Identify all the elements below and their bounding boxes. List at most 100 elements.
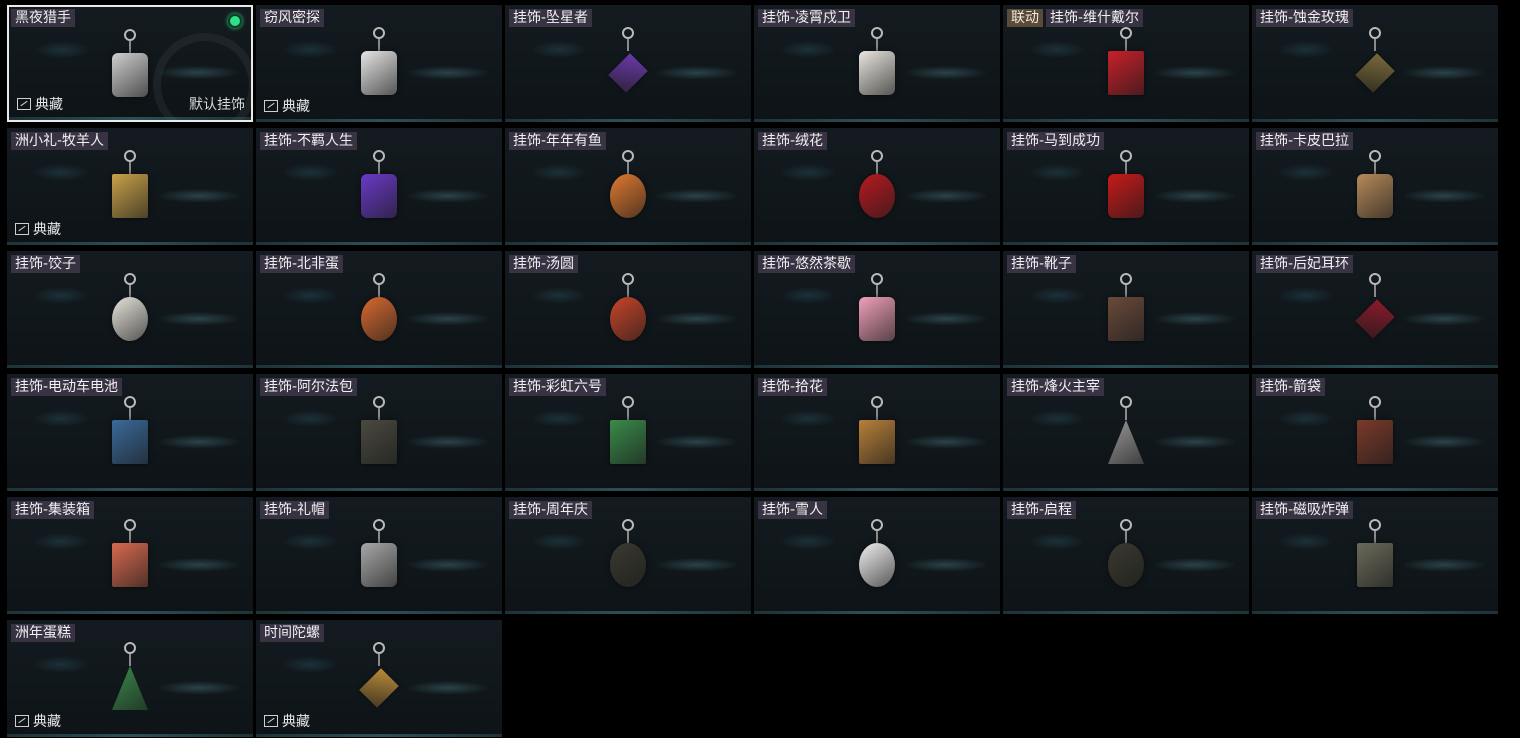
keyring-icon (373, 273, 385, 285)
charm-card[interactable]: 挂饰-彩虹六号 (505, 374, 751, 491)
charm-card[interactable]: 挂饰-靴子 (1003, 251, 1249, 368)
charm-label: 挂饰-不羁人生 (260, 132, 358, 150)
chain-icon (1125, 408, 1127, 420)
charm-label: 挂饰-悠然茶歇 (758, 255, 856, 273)
charm-card[interactable]: 挂饰-阿尔法包 (256, 374, 502, 491)
charm-card[interactable]: 挂饰-马到成功 (1003, 128, 1249, 245)
collection-icon (15, 223, 29, 235)
charm-card[interactable]: 挂饰-礼帽 (256, 497, 502, 614)
chain-icon (129, 41, 131, 53)
charm-body (1357, 420, 1393, 464)
charm-label: 挂饰-靴子 (1007, 255, 1077, 273)
charm-name: 挂饰-绒花 (758, 132, 828, 150)
charm-card[interactable]: 挂饰-北非蛋 (256, 251, 502, 368)
chain-icon (1374, 162, 1376, 174)
charm-image (598, 273, 658, 349)
charm-label: 挂饰-马到成功 (1007, 132, 1105, 150)
charm-card[interactable]: 时间陀螺 典藏 (256, 620, 502, 737)
charm-name: 挂饰-年年有鱼 (509, 132, 607, 150)
charm-card[interactable]: 挂饰-汤圆 (505, 251, 751, 368)
charm-card[interactable]: 挂饰-集装箱 (7, 497, 253, 614)
charm-image (100, 519, 160, 595)
charm-label: 挂饰-雪人 (758, 501, 828, 519)
charm-body (1108, 174, 1144, 218)
charm-image (847, 396, 907, 472)
charm-card[interactable]: 挂饰-电动车电池 (7, 374, 253, 491)
chain-icon (1125, 285, 1127, 297)
charm-label: 挂饰-绒花 (758, 132, 828, 150)
charm-card[interactable]: 挂饰-雪人 (754, 497, 1000, 614)
charm-image (1345, 150, 1405, 226)
charm-card[interactable]: 窃风密探 典藏 (256, 5, 502, 122)
charm-name: 挂饰-周年庆 (509, 501, 593, 519)
keyring-icon (1369, 27, 1381, 39)
charm-body (361, 51, 397, 95)
charm-body (610, 543, 646, 587)
keyring-icon (124, 273, 136, 285)
charm-name: 挂饰-电动车电池 (11, 378, 123, 396)
keyring-icon (622, 519, 634, 531)
charm-label: 挂饰-蚀金玫瑰 (1256, 9, 1354, 27)
charm-card[interactable]: 黑夜猎手 典藏 默认挂饰 (7, 5, 253, 122)
keyring-icon (1120, 396, 1132, 408)
charm-name: 挂饰-靴子 (1007, 255, 1077, 273)
charm-body (859, 543, 895, 587)
charm-card[interactable]: 洲年蛋糕 典藏 (7, 620, 253, 737)
charm-body (608, 53, 648, 93)
charm-card[interactable]: 挂饰-拾花 (754, 374, 1000, 491)
chain-icon (627, 285, 629, 297)
charm-card[interactable]: 挂饰-箭袋 (1252, 374, 1498, 491)
chain-icon (378, 408, 380, 420)
chain-icon (876, 162, 878, 174)
chain-icon (1374, 408, 1376, 420)
charm-card[interactable]: 联动 挂饰-维什戴尔 (1003, 5, 1249, 122)
charm-card[interactable]: 挂饰-饺子 (7, 251, 253, 368)
charm-name: 挂饰-不羁人生 (260, 132, 358, 150)
charm-body (859, 51, 895, 95)
charm-card[interactable]: 挂饰-周年庆 (505, 497, 751, 614)
charm-body (112, 666, 148, 710)
charm-card[interactable]: 挂饰-悠然茶歇 (754, 251, 1000, 368)
charm-label: 挂饰-北非蛋 (260, 255, 344, 273)
charm-name: 挂饰-坠星者 (509, 9, 593, 27)
charm-name: 挂饰-卡皮巴拉 (1256, 132, 1354, 150)
keyring-icon (622, 150, 634, 162)
chain-icon (1125, 162, 1127, 174)
collab-tag: 联动 (1007, 9, 1043, 27)
charm-body (112, 174, 148, 218)
collection-icon (15, 715, 29, 727)
charm-card[interactable]: 洲小礼-牧羊人 典藏 (7, 128, 253, 245)
charm-label: 挂饰-启程 (1007, 501, 1077, 519)
chain-icon (1374, 39, 1376, 51)
charm-image (100, 642, 160, 718)
collection-label: 典藏 (33, 222, 61, 238)
charm-card[interactable]: 挂饰-卡皮巴拉 (1252, 128, 1498, 245)
charm-label: 挂饰-拾花 (758, 378, 828, 396)
equipped-indicator-icon (228, 14, 242, 28)
charm-label: 挂饰-烽火主宰 (1007, 378, 1105, 396)
charm-label: 挂饰-周年庆 (509, 501, 593, 519)
charm-card[interactable]: 挂饰-凌霄戍卫 (754, 5, 1000, 122)
charm-card[interactable]: 挂饰-年年有鱼 (505, 128, 751, 245)
charm-image (1345, 396, 1405, 472)
charm-card[interactable]: 挂饰-绒花 (754, 128, 1000, 245)
charm-card[interactable]: 挂饰-烽火主宰 (1003, 374, 1249, 491)
charm-body (1357, 543, 1393, 587)
charm-image (598, 150, 658, 226)
charm-label: 挂饰-汤圆 (509, 255, 579, 273)
charm-image (1345, 519, 1405, 595)
charm-card[interactable]: 挂饰-蚀金玫瑰 (1252, 5, 1498, 122)
collection-icon (264, 715, 278, 727)
collection-badge: 典藏 (264, 711, 310, 731)
charm-image (847, 27, 907, 103)
charm-card[interactable]: 挂饰-启程 (1003, 497, 1249, 614)
charm-card[interactable]: 挂饰-磁吸炸弹 (1252, 497, 1498, 614)
charm-card[interactable]: 挂饰-后妃耳环 (1252, 251, 1498, 368)
charm-card[interactable]: 挂饰-坠星者 (505, 5, 751, 122)
charm-name: 挂饰-凌霄戍卫 (758, 9, 856, 27)
keyring-icon (373, 642, 385, 654)
charm-card[interactable]: 挂饰-不羁人生 (256, 128, 502, 245)
keyring-icon (124, 150, 136, 162)
charm-name: 挂饰-彩虹六号 (509, 378, 607, 396)
charm-body (859, 297, 895, 341)
